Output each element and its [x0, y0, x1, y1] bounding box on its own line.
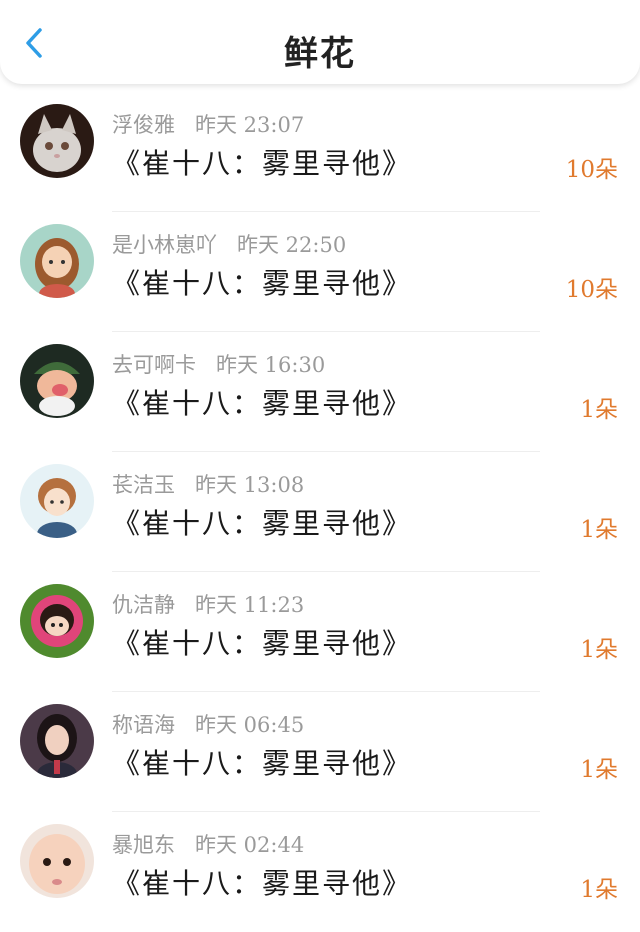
cat-avatar[interactable]	[20, 104, 94, 178]
item-meta: 暴旭东 昨天 02:44	[112, 829, 304, 859]
item-meta: 是小林崽吖 昨天 22:50	[112, 229, 346, 259]
flower-count: 10朵	[565, 277, 618, 303]
list-item[interactable]: 是小林崽吖 昨天 22:50 《崔十八：雾里寻他》 10朵	[0, 212, 640, 332]
book-title[interactable]: 《崔十八：雾里寻他》	[112, 862, 412, 902]
baby-photo-avatar[interactable]	[20, 824, 94, 898]
item-meta: 苌洁玉 昨天 13:08	[112, 469, 304, 499]
flower-count: 1朵	[580, 757, 618, 783]
user-name[interactable]: 称语海	[112, 713, 175, 737]
timestamp: 昨天 22:50	[237, 233, 347, 257]
anime-boy-avatar[interactable]	[20, 464, 94, 538]
cartoon-dwarf-avatar[interactable]	[20, 344, 94, 418]
item-meta: 仇洁静 昨天 11:23	[112, 589, 304, 619]
timestamp: 昨天 16:30	[216, 353, 326, 377]
list-item[interactable]: 苌洁玉 昨天 13:08 《崔十八：雾里寻他》 1朵	[0, 452, 640, 572]
flower-count: 10朵	[565, 157, 618, 183]
user-name[interactable]: 暴旭东	[112, 833, 175, 857]
flower-list: 浮俊雅 昨天 23:07 《崔十八：雾里寻他》 10朵 是小林崽吖 昨天 22:50…	[0, 92, 640, 932]
book-title[interactable]: 《崔十八：雾里寻他》	[112, 382, 412, 422]
flower-count: 1朵	[580, 397, 618, 423]
timestamp: 昨天 02:44	[195, 833, 305, 857]
item-meta: 称语海 昨天 06:45	[112, 709, 304, 739]
flower-count: 1朵	[580, 877, 618, 903]
list-item[interactable]: 浮俊雅 昨天 23:07 《崔十八：雾里寻他》 10朵	[0, 92, 640, 212]
user-name[interactable]: 去可啊卡	[112, 353, 196, 377]
girl-photo-avatar[interactable]	[20, 704, 94, 778]
list-item[interactable]: 去可啊卡 昨天 16:30 《崔十八：雾里寻他》 1朵	[0, 332, 640, 452]
book-title[interactable]: 《崔十八：雾里寻他》	[112, 742, 412, 782]
top-bar: 鲜花	[0, 0, 640, 84]
user-name[interactable]: 苌洁玉	[112, 473, 175, 497]
book-title[interactable]: 《崔十八：雾里寻他》	[112, 622, 412, 662]
timestamp: 昨天 06:45	[195, 713, 305, 737]
user-name[interactable]: 是小林崽吖	[112, 233, 217, 257]
timestamp: 昨天 13:08	[195, 473, 305, 497]
timestamp: 昨天 23:07	[195, 113, 305, 137]
user-name[interactable]: 浮俊雅	[112, 113, 175, 137]
user-name[interactable]: 仇洁静	[112, 593, 175, 617]
book-title[interactable]: 《崔十八：雾里寻他》	[112, 502, 412, 542]
book-title[interactable]: 《崔十八：雾里寻他》	[112, 262, 412, 302]
book-title[interactable]: 《崔十八：雾里寻他》	[112, 142, 412, 182]
flower-count: 1朵	[580, 637, 618, 663]
timestamp: 昨天 11:23	[195, 593, 305, 617]
item-meta: 浮俊雅 昨天 23:07	[112, 109, 304, 139]
flower-count: 1朵	[580, 517, 618, 543]
page-title: 鲜花	[284, 34, 356, 74]
cartoon-girl-avatar[interactable]	[20, 224, 94, 298]
item-meta: 去可啊卡 昨天 16:30	[112, 349, 325, 379]
list-item[interactable]: 称语海 昨天 06:45 《崔十八：雾里寻他》 1朵	[0, 692, 640, 812]
cartoon-doll-avatar[interactable]	[20, 584, 94, 658]
list-item[interactable]: 仇洁静 昨天 11:23 《崔十八：雾里寻他》 1朵	[0, 572, 640, 692]
list-item[interactable]: 暴旭东 昨天 02:44 《崔十八：雾里寻他》 1朵	[0, 812, 640, 932]
